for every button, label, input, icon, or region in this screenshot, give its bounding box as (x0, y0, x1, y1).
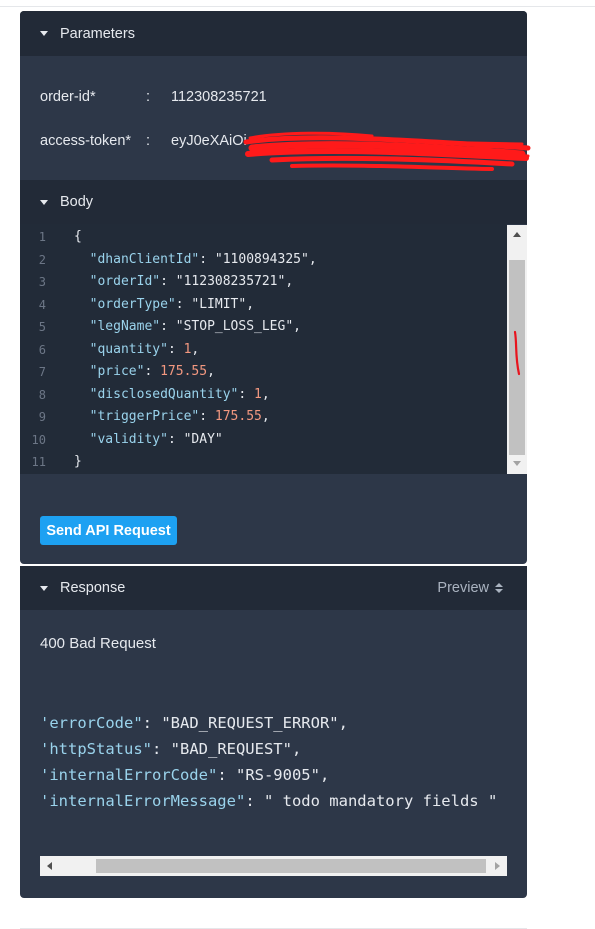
json-value: "DAY" (183, 432, 223, 447)
scroll-left-icon[interactable] (40, 856, 60, 876)
param-value-access-token[interactable]: eyJ0eXAiOi (171, 133, 247, 149)
line-number: 3 (38, 275, 46, 289)
response-line: 'httpStatus": "BAD_REQUEST", (40, 740, 302, 758)
response-line: 'errorCode": "BAD_REQUEST_ERROR", (40, 714, 348, 732)
json-key: "orderId" (89, 274, 161, 289)
line-number-gutter: 1 2 3 4 5 6 7 8 9 10 11 (20, 224, 62, 474)
line-number: 4 (38, 298, 46, 312)
json-value: "1100894325" (214, 252, 309, 267)
json-value: "STOP_LOSS_LEG" (175, 319, 294, 334)
response-panel: Response Preview 400 Bad Request 'errorC… (20, 566, 527, 898)
response-status: 400 Bad Request (40, 635, 156, 652)
line-number: 8 (38, 388, 46, 402)
body-editor[interactable]: 1 2 3 4 5 6 7 8 9 10 11 { "dhanClientId"… (20, 224, 507, 474)
json-key: "triggerPrice" (89, 409, 200, 424)
json-key: "orderType" (89, 297, 176, 312)
json-key: 'httpStatus" (40, 740, 152, 758)
json-value: 175.55 (214, 409, 262, 424)
scroll-down-icon[interactable] (507, 454, 527, 474)
line-number: 1 (38, 230, 46, 244)
line-number: 2 (38, 253, 46, 267)
code-open-brace: { (74, 229, 82, 244)
code-line: "disclosedQuantity": 1, (89, 387, 270, 402)
code-line: "quantity": 1, (89, 342, 200, 357)
scroll-right-icon[interactable] (487, 856, 507, 876)
param-value-order-id[interactable]: 112308235721 (171, 89, 267, 105)
json-key: 'internalErrorCode" (40, 766, 218, 784)
param-separator: : (146, 133, 151, 149)
preview-label: Preview (437, 580, 489, 596)
response-horizontal-scrollbar[interactable] (40, 856, 507, 876)
line-number: 7 (38, 365, 46, 379)
body-title: Body (60, 194, 94, 210)
line-number: 9 (38, 410, 46, 424)
scroll-up-icon[interactable] (507, 225, 527, 245)
json-value: 1 (254, 387, 262, 402)
json-key: "disclosedQuantity" (89, 387, 239, 402)
json-value: "112308235721" (175, 274, 286, 289)
caret-down-icon (40, 199, 48, 205)
redaction-scribble (243, 131, 531, 171)
response-line: 'internalErrorCode": "RS-9005", (40, 766, 330, 784)
line-number: 6 (38, 343, 46, 357)
body-header[interactable]: Body (20, 180, 527, 224)
parameters-header[interactable]: Parameters (20, 11, 527, 56)
code-line: "orderType": "LIMIT", (89, 297, 255, 312)
caret-down-icon (40, 585, 48, 591)
code-line: "validity": "DAY" (89, 432, 223, 447)
code-line: "triggerPrice": 175.55, (89, 409, 270, 424)
line-number: 5 (38, 320, 46, 334)
red-annotation-mark (513, 330, 521, 376)
json-key: "legName" (89, 319, 161, 334)
json-value: 175.55 (160, 364, 208, 379)
preview-selector[interactable]: Preview (437, 566, 503, 610)
json-value: 1 (183, 342, 192, 357)
json-key: 'errorCode" (40, 714, 143, 732)
json-key: "dhanClientId" (89, 252, 200, 267)
scrollbar-thumb[interactable] (96, 859, 486, 873)
response-title: Response (60, 580, 126, 596)
param-name: access-token* (40, 133, 132, 149)
code-line: "legName": "STOP_LOSS_LEG", (89, 319, 301, 334)
param-name: order-id* (40, 89, 96, 105)
code-line: "orderId": "112308235721", (89, 274, 294, 289)
parameters-title: Parameters (60, 25, 135, 42)
response-header[interactable]: Response Preview (20, 566, 527, 610)
json-key: "quantity" (89, 342, 168, 357)
top-divider (0, 6, 595, 7)
response-line: 'internalErrorMessage": " todo mandatory… (40, 792, 498, 810)
line-number: 11 (31, 455, 46, 469)
code-close-brace: } (74, 454, 82, 469)
json-value: "LIMIT" (191, 297, 247, 312)
sort-icon (495, 583, 503, 593)
request-panel: Parameters order-id* : 112308235721 acce… (20, 11, 531, 564)
json-key: "validity" (89, 432, 168, 447)
caret-down-icon (40, 31, 48, 36)
json-value: " todo mandatory fields " (263, 792, 498, 810)
json-value: "RS-9005", (235, 766, 330, 784)
json-value: "BAD_REQUEST_ERROR", (161, 714, 348, 732)
json-key: 'internalErrorMessage" (40, 792, 246, 810)
json-value: "BAD_REQUEST", (170, 740, 302, 758)
line-number: 10 (31, 433, 46, 447)
json-key: "price" (89, 364, 145, 379)
param-separator: : (146, 89, 151, 105)
send-api-request-button[interactable]: Send API Request (40, 516, 177, 545)
code-line: "price": 175.55, (89, 364, 215, 379)
code-line: "dhanClientId": "1100894325", (89, 252, 317, 267)
